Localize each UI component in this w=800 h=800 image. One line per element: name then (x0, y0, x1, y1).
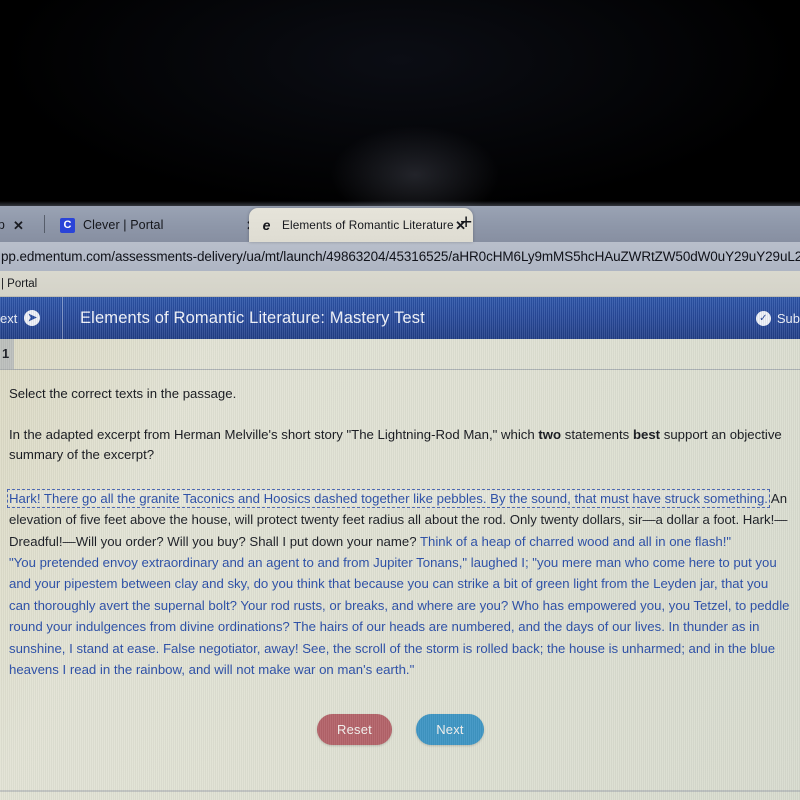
bookmarks-bar: | Portal (0, 271, 800, 297)
question-instruction: Select the correct texts in the passage. (9, 386, 237, 401)
next-nav-label: ext (0, 310, 18, 326)
next-nav-button[interactable]: ext ➤ (0, 310, 62, 326)
passage-selectable-segment[interactable]: Hark! There go all the granite Taconics … (7, 488, 770, 508)
passage-body: Hark! There go all the granite Taconics … (7, 466, 792, 680)
question-number: 1 (0, 339, 14, 369)
question-content: Select the correct texts in the passage.… (0, 370, 800, 746)
laptop-screen-photo: elp ✕ C Clever | Portal ✕ e Elements of … (0, 0, 800, 800)
passage-paragraph: Hark! There go all the granite Taconics … (7, 488, 792, 552)
action-button-row: Reset Next (9, 680, 792, 746)
url-text: pp.edmentum.com/assessments-delivery/ua/… (1, 249, 800, 264)
assessment-header-bar: ext ➤ Elements of Romantic Literature: M… (0, 297, 800, 339)
prompt-emphasis: best (632, 427, 661, 442)
passage-selectable-segment[interactable]: Think of a heap of charred wood and all … (420, 534, 731, 549)
tab-title: Clever | Portal (83, 218, 164, 232)
browser-tab-clever-portal[interactable]: C Clever | Portal ✕ (50, 208, 265, 242)
submit-button[interactable]: ✓ Sub (755, 310, 800, 326)
clever-favicon-icon: C (60, 217, 75, 233)
browser-tab-strip: elp ✕ C Clever | Portal ✕ e Elements of … (0, 206, 800, 242)
submit-label: Sub (776, 310, 800, 326)
passage-paragraph: "You pretended envoy extraordinary and a… (9, 552, 792, 680)
address-bar[interactable]: pp.edmentum.com/assessments-delivery/ua/… (0, 242, 800, 271)
tab-separator (44, 215, 45, 233)
next-button[interactable]: Next (415, 714, 484, 746)
assessment-page: ext ➤ Elements of Romantic Literature: M… (0, 297, 800, 800)
question-number-strip: 1 (0, 339, 800, 369)
arrow-right-icon: ➤ (24, 310, 41, 326)
new-tab-button[interactable]: + (460, 212, 472, 233)
reset-button[interactable]: Reset (317, 714, 392, 746)
close-icon[interactable]: ✕ (13, 219, 24, 232)
page-title: Elements of Romantic Literature: Mastery… (80, 308, 425, 327)
question-prompt: In the adapted excerpt from Herman Melvi… (9, 401, 792, 466)
prompt-emphasis: two (538, 427, 562, 442)
prompt-text: In the adapted excerpt from Herman Melvi… (9, 427, 539, 442)
edge-favicon-icon: e (262, 217, 271, 233)
prompt-text: statements (561, 427, 633, 442)
photo-artifact-line (0, 790, 800, 792)
bookmark-item-portal[interactable]: | Portal (0, 278, 37, 290)
tab-title: elp (0, 218, 5, 232)
check-circle-icon: ✓ (755, 310, 771, 326)
tab-title: Elements of Romantic Literature (282, 218, 454, 232)
screen-bezel-dark-area (0, 0, 800, 206)
browser-tab-elements-of-romantic-literature[interactable]: e Elements of Romantic Literature ✕ (249, 208, 473, 242)
browser-window: elp ✕ C Clever | Portal ✕ e Elements of … (0, 206, 800, 800)
passage-selectable-segment[interactable]: "You pretended envoy extraordinary and a… (9, 555, 790, 677)
